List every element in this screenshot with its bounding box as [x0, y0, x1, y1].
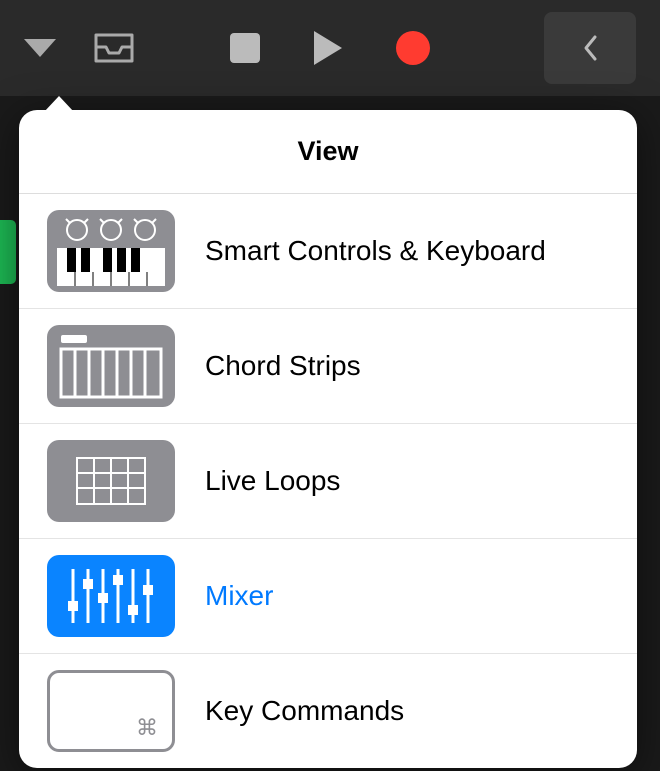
- chord-strips-icon: [47, 325, 175, 407]
- menu-label: Chord Strips: [205, 350, 361, 382]
- menu-label: Key Commands: [205, 695, 404, 727]
- view-dropdown-icon[interactable]: [24, 39, 56, 57]
- play-icon[interactable]: [314, 31, 342, 65]
- mixer-icon: [47, 555, 175, 637]
- inbox-icon[interactable]: [94, 33, 134, 63]
- menu-label: Live Loops: [205, 465, 340, 497]
- record-icon[interactable]: [396, 31, 430, 65]
- key-commands-icon: ⌘: [47, 670, 175, 752]
- menu-item-mixer[interactable]: Mixer: [19, 539, 637, 654]
- back-button[interactable]: [544, 12, 636, 84]
- svg-text:⌘: ⌘: [136, 715, 158, 740]
- popover-arrow: [44, 96, 74, 112]
- live-loops-icon: [47, 440, 175, 522]
- smart-controls-icon: [47, 210, 175, 292]
- menu-label: Mixer: [205, 580, 273, 612]
- track-indicator: [0, 220, 16, 284]
- popover-title: View: [19, 110, 637, 194]
- menu-item-live-loops[interactable]: Live Loops: [19, 424, 637, 539]
- menu-item-key-commands[interactable]: ⌘ Key Commands: [19, 654, 637, 768]
- view-popover: View: [19, 110, 637, 768]
- stop-icon[interactable]: [230, 33, 260, 63]
- top-toolbar: [0, 0, 660, 96]
- menu-item-smart-controls[interactable]: Smart Controls & Keyboard: [19, 194, 637, 309]
- menu-item-chord-strips[interactable]: Chord Strips: [19, 309, 637, 424]
- menu-label: Smart Controls & Keyboard: [205, 235, 546, 267]
- chevron-left-icon: [582, 34, 598, 62]
